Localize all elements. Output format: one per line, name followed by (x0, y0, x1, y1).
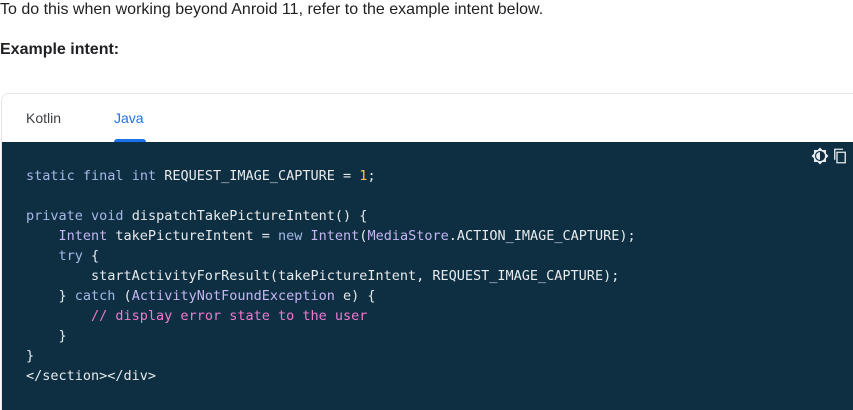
code-token: { (82, 248, 100, 264)
code-block: static final int REQUEST_IMAGE_CAPTURE =… (2, 142, 853, 410)
tab-java[interactable]: Java (114, 94, 144, 142)
tab-kotlin[interactable]: Kotlin (26, 94, 61, 142)
code-token: } (26, 348, 35, 364)
code-line: try { (26, 246, 636, 266)
language-tab-bar: Kotlin Java (2, 94, 853, 142)
code-line: } catch (ActivityNotFoundException e) { (26, 286, 636, 306)
code-line: startActivityForResult(takePictureIntent… (26, 266, 636, 286)
code-token: } (26, 328, 67, 344)
code-token: .ACTION_IMAGE_CAPTURE); (448, 228, 636, 244)
code-token: catch (74, 288, 116, 304)
code-comment: // display error state to the user (91, 308, 368, 324)
code-line: </section></div> (26, 366, 636, 386)
code-token: </section></div> (26, 368, 157, 384)
code-token: takePictureIntent = (107, 228, 278, 244)
code-token: void (91, 208, 124, 224)
code-token: ; (367, 168, 376, 184)
code-text: static final int REQUEST_IMAGE_CAPTURE =… (26, 166, 636, 386)
code-line: } (26, 346, 636, 366)
intro-paragraph: To do this when working beyond Anroid 11… (0, 1, 544, 18)
code-sample-card: Kotlin Java static final int REQUEST_IMA… (1, 93, 853, 410)
code-line: static final int REQUEST_IMAGE_CAPTURE =… (26, 166, 636, 186)
code-token: } (26, 288, 75, 304)
brightness-icon[interactable] (811, 147, 829, 165)
code-token: ( (115, 288, 132, 304)
code-token: try (58, 248, 83, 264)
code-token: int (131, 168, 157, 184)
code-token: final (82, 168, 124, 184)
code-line: private void dispatchTakePictureIntent()… (26, 206, 636, 226)
code-line: } (26, 326, 636, 346)
code-token: dispatchTakePictureIntent() { (123, 208, 368, 224)
code-line: // display error state to the user (26, 306, 636, 326)
code-line: Intent takePictureIntent = new Intent(Me… (26, 226, 636, 246)
code-token: static (26, 168, 75, 184)
code-token: e) { (334, 288, 376, 304)
code-token: ActivityNotFoundException (131, 288, 335, 304)
code-token: private (26, 208, 83, 224)
code-token: MediaStore (367, 228, 449, 244)
code-token: REQUEST_IMAGE_CAPTURE = (156, 168, 360, 184)
code-token: Intent (58, 228, 108, 244)
copy-icon[interactable] (831, 147, 849, 165)
code-token: Intent (310, 228, 360, 244)
example-intent-heading: Example intent: (0, 41, 120, 58)
code-token: new (277, 228, 303, 244)
code-token: startActivityForResult(takePictureIntent… (26, 268, 620, 284)
